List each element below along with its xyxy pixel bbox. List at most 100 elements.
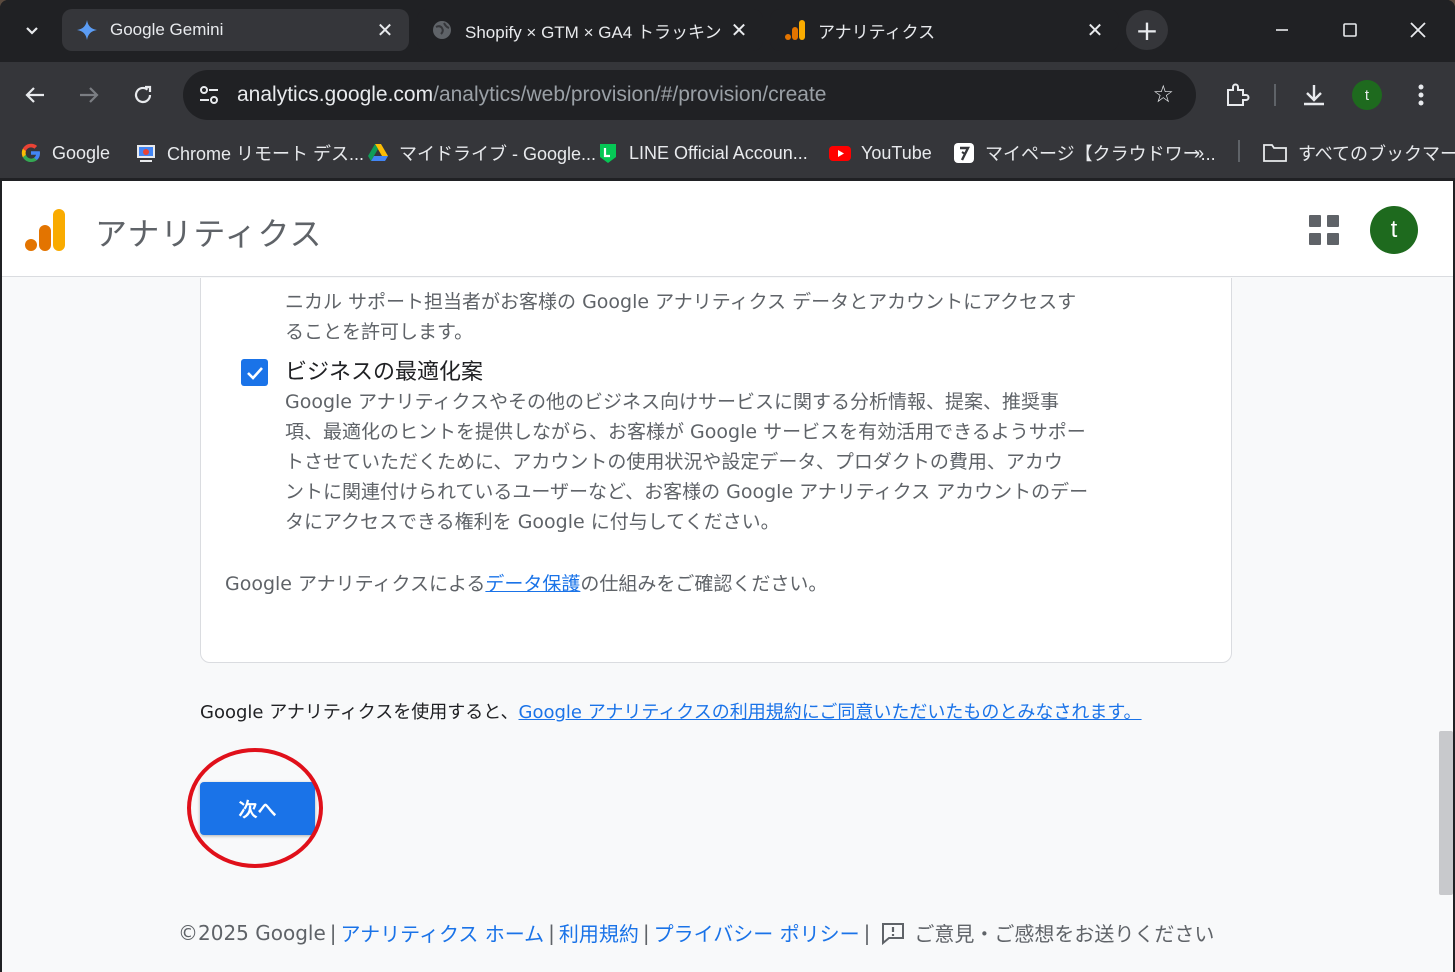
- main-content: ーーーーーーーーーーーーーーーーーーーーーーーーーーーーーーーーーーーーーーーー…: [2, 278, 1453, 972]
- puzzle-icon: [1227, 83, 1250, 106]
- tab-title: Google Gemini: [110, 20, 224, 39]
- next-button[interactable]: 次へ: [200, 782, 315, 835]
- tab-gemini[interactable]: Google Gemini ✕: [62, 9, 409, 51]
- address-bar[interactable]: analytics.google.com/analytics/web/provi…: [183, 70, 1196, 120]
- bookmarks-overflow-button[interactable]: »: [1194, 138, 1204, 168]
- forward-button[interactable]: [70, 76, 108, 114]
- browser-window: Google Gemini ✕ Shopify × GTM × GA4 トラッキ…: [0, 0, 1455, 972]
- url-path: /analytics/web/provision/#/provision/cre…: [433, 83, 827, 106]
- chevron-down-icon: [26, 27, 38, 35]
- terms-prefix: Google アナリティクスを使用すると、: [200, 702, 519, 723]
- minimize-button[interactable]: [1262, 12, 1302, 48]
- analytics-icon: [784, 19, 806, 41]
- maximize-button[interactable]: [1330, 12, 1370, 48]
- tab-shopify[interactable]: Shopify × GTM × GA4 トラッキン ✕: [417, 9, 763, 51]
- page-viewport: アナリティクス t ーーーーーーーーーーーーーーーーーーーーーーーーーーーーーー…: [2, 181, 1453, 972]
- tab-title: Shopify × GTM × GA4 トラッキン: [465, 22, 722, 42]
- data-protection-line: Google アナリティクスによるデータ保護の仕組みをご確認ください。: [225, 569, 827, 596]
- tab-search-button[interactable]: [14, 14, 50, 48]
- business-recommendations-title: ビジネスの最適化案: [285, 360, 484, 385]
- bookmark-youtube[interactable]: YouTube: [829, 138, 932, 168]
- protection-prefix: Google アナリティクスによる: [225, 573, 486, 595]
- bookmark-star-icon[interactable]: ☆: [1152, 82, 1174, 106]
- footer-link-privacy[interactable]: プライバシー ポリシー: [654, 918, 860, 947]
- footer-separator: |: [642, 920, 650, 945]
- reload-icon: [134, 85, 152, 104]
- google-icon: [20, 142, 42, 164]
- close-icon[interactable]: ✕: [373, 18, 397, 42]
- new-tab-button[interactable]: +: [1126, 10, 1168, 50]
- gemini-icon: [76, 19, 98, 41]
- description-line: タにアクセスできる権利を Google に付与してください。: [285, 511, 780, 533]
- all-bookmarks-button[interactable]: すべてのブックマーク: [1262, 138, 1455, 168]
- feedback-button[interactable]: ご意見・ご感想をお送りください: [880, 918, 1214, 947]
- toolbar-divider: [1274, 84, 1276, 106]
- downloads-button[interactable]: [1295, 76, 1333, 114]
- tune-icon: [200, 86, 218, 104]
- business-recommendations-description: Google アナリティクスやその他のビジネス向けサービスに関する分析情報、提案…: [285, 387, 1175, 537]
- crowdworks-icon: [953, 142, 975, 164]
- feedback-label: ご意見・ご感想をお送りください: [914, 922, 1215, 946]
- bookmark-label: すべてのブックマーク: [1298, 144, 1455, 164]
- bookmark-label: マイドライブ - Google...: [399, 144, 597, 164]
- technical-support-description: ニカル サポート担当者がお客様の Google アナリティクス データとアカウン…: [285, 287, 1175, 347]
- url-text: analytics.google.com/analytics/web/provi…: [237, 83, 826, 107]
- check-icon: [246, 366, 263, 380]
- analytics-logo-icon: [25, 209, 65, 251]
- account-avatar[interactable]: t: [1370, 206, 1418, 254]
- close-icon[interactable]: ✕: [1083, 18, 1107, 42]
- bookmark-label: マイページ【クラウドワー...: [985, 144, 1216, 164]
- extensions-button[interactable]: [1218, 76, 1256, 114]
- description-line: 項、最適化のヒントを提供しながら、お客様が Google サービスを有効活用でき…: [285, 421, 1086, 443]
- reload-button[interactable]: [124, 76, 162, 114]
- bookmark-label: Chrome リモート デス...: [167, 144, 365, 164]
- back-button[interactable]: [16, 76, 54, 114]
- page-footer: ©2025 Google | アナリティクス ホーム | 利用規約 | プライバ…: [178, 918, 1214, 947]
- feedback-icon: [882, 922, 905, 945]
- terms-notice: Google アナリティクスを使用すると、Google アナリティクスの利用規約…: [200, 698, 1142, 724]
- bookmark-crowdworks[interactable]: マイページ【クラウドワー...: [953, 138, 1216, 168]
- maximize-icon: [1343, 23, 1357, 37]
- tab-title: アナリティクス: [818, 22, 936, 42]
- footer-link-terms[interactable]: 利用規約: [559, 918, 639, 947]
- page-scrollbar-thumb[interactable]: [1439, 731, 1453, 895]
- bookmark-label: LINE Official Accoun...: [629, 142, 808, 163]
- bookmark-chrome-remote[interactable]: Chrome リモート デス...: [135, 138, 364, 168]
- footer-separator: |: [548, 920, 555, 945]
- bookmarks-divider: [1238, 140, 1240, 162]
- description-line: ニカル サポート担当者がお客様の Google アナリティクス データとアカウン…: [285, 291, 1077, 313]
- window-close-button[interactable]: [1398, 12, 1438, 48]
- profile-avatar[interactable]: t: [1352, 80, 1382, 110]
- app-header: アナリティクス t: [2, 181, 1453, 277]
- bookmark-label: YouTube: [861, 142, 932, 163]
- bookmark-line[interactable]: LINE Official Accoun...: [597, 138, 808, 168]
- business-recommendations-checkbox[interactable]: [241, 359, 268, 386]
- chevron-double-right-icon: »: [1194, 142, 1205, 163]
- bookmark-drive[interactable]: マイドライブ - Google...: [367, 138, 596, 168]
- site-info-button[interactable]: [187, 73, 231, 117]
- youtube-icon: [829, 142, 851, 164]
- tab-analytics[interactable]: アナリティクス ✕: [770, 9, 1119, 51]
- close-icon[interactable]: ✕: [727, 18, 751, 42]
- chrome-remote-icon: [135, 142, 157, 164]
- tab-strip: Google Gemini ✕ Shopify × GTM × GA4 トラッキ…: [0, 0, 1455, 62]
- terms-link[interactable]: Google アナリティクスの利用規約にご同意いただいたものとみなされます。: [519, 702, 1142, 723]
- data-protection-link[interactable]: データ保護: [485, 573, 580, 595]
- apps-grid-icon[interactable]: [1309, 215, 1339, 245]
- bookmark-google[interactable]: Google: [20, 138, 110, 168]
- more-vert-icon: [1418, 84, 1424, 106]
- minimize-icon: [1276, 29, 1288, 31]
- arrow-left-icon: [25, 87, 44, 103]
- download-icon: [1304, 85, 1324, 106]
- bookmark-label: Google: [52, 142, 111, 163]
- url-host: analytics.google.com: [237, 83, 434, 106]
- description-line: ることを許可します。: [285, 321, 474, 343]
- data-sharing-settings-card: ーーーーーーーーーーーーーーーーーーーーーーーーーーーーーーーーーーーーーーーー…: [200, 278, 1232, 663]
- menu-button[interactable]: [1402, 76, 1440, 114]
- description-line: トさせていただくために、アカウントの使用状況や設定データ、プロダクトの費用、アカ…: [285, 451, 1063, 473]
- description-line: ントに関連付けられているユーザーなど、お客様の Google アナリティクス ア…: [285, 481, 1089, 503]
- close-icon: [1410, 22, 1426, 38]
- globe-icon: [431, 19, 453, 41]
- footer-link-analytics-home[interactable]: アナリティクス ホーム: [341, 918, 545, 947]
- browser-toolbar: analytics.google.com/analytics/web/provi…: [0, 62, 1455, 128]
